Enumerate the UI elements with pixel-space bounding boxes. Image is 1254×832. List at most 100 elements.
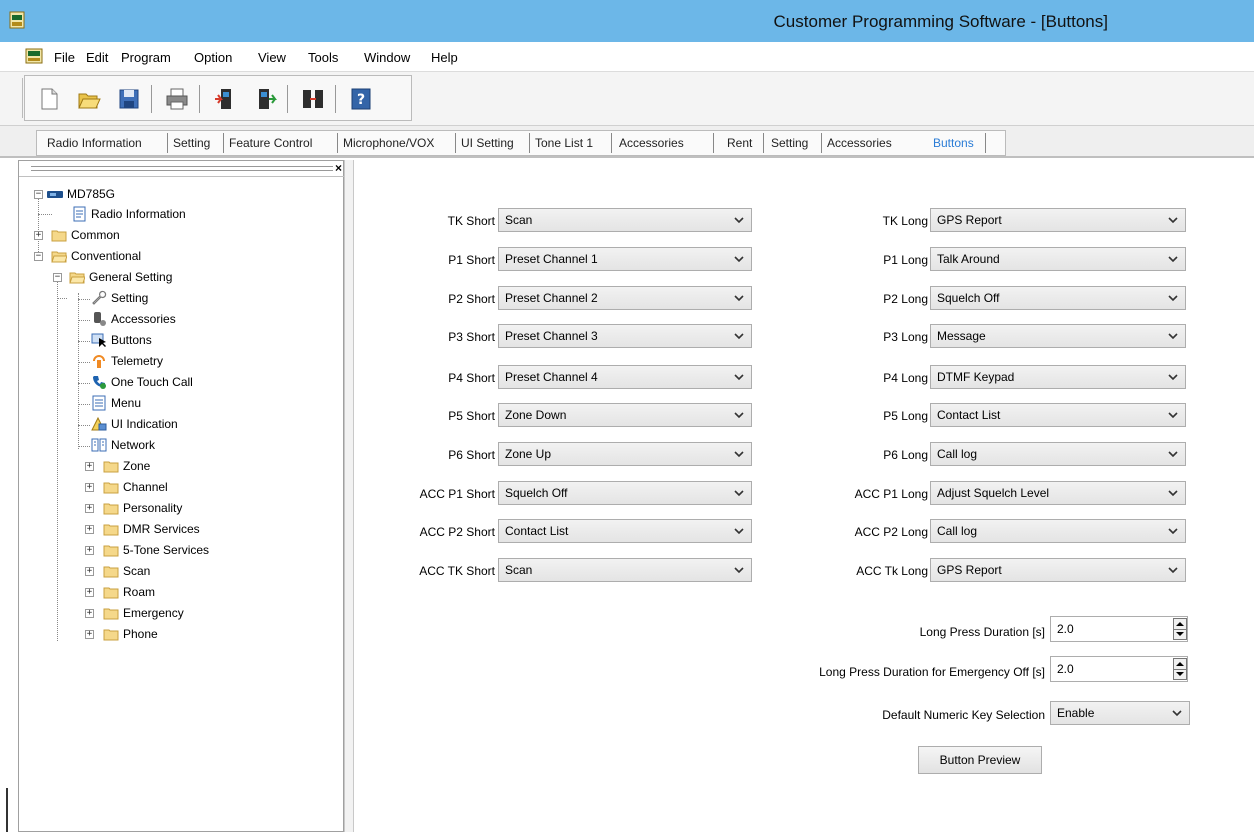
tree-item-roam[interactable]: Roam: [103, 582, 155, 602]
tab-ui-setting[interactable]: UI Setting: [461, 136, 514, 150]
p5-short-select[interactable]: Zone Down: [498, 403, 752, 427]
window-title: Customer Programming Software - [Buttons…: [773, 12, 1108, 31]
read-radio-icon[interactable]: [213, 87, 237, 111]
expand-common-toggle[interactable]: +: [34, 231, 43, 240]
open-icon[interactable]: [77, 87, 101, 111]
tree-item-setting[interactable]: Setting: [91, 288, 148, 308]
tree-item-accessories[interactable]: Accessories: [91, 309, 176, 329]
tk-long-select[interactable]: GPS Report: [930, 208, 1186, 232]
p3-long-label: P3 Long: [883, 330, 928, 344]
menu-program[interactable]: Program: [121, 50, 171, 65]
tree-item-channel[interactable]: Channel: [103, 477, 168, 497]
tree-item-phone[interactable]: Phone: [103, 624, 158, 644]
expand-channel-toggle[interactable]: +: [85, 483, 94, 492]
tree-item-menu[interactable]: Menu: [91, 393, 141, 413]
tab-accessories-2[interactable]: Accessories: [827, 136, 892, 150]
menu-view[interactable]: View: [258, 50, 286, 65]
p2-short-select[interactable]: Preset Channel 2: [498, 286, 752, 310]
default-numeric-key-select[interactable]: Enable: [1050, 701, 1190, 725]
tree-item-one-touch-call[interactable]: One Touch Call: [91, 372, 193, 392]
acc-tk-long-select[interactable]: GPS Report: [930, 558, 1186, 582]
p4-short-select[interactable]: Preset Channel 4: [498, 365, 752, 389]
expand-scan-toggle[interactable]: +: [85, 567, 94, 576]
tab-accessories[interactable]: Accessories: [619, 136, 684, 150]
tree-item-common[interactable]: Common: [51, 225, 120, 245]
expand-5-tone-services-toggle[interactable]: +: [85, 546, 94, 555]
acc-p2-short-value: Contact List: [505, 524, 569, 538]
tab-setting[interactable]: Setting: [173, 136, 210, 150]
acc-tk-short-select[interactable]: Scan: [498, 558, 752, 582]
pane-splitter[interactable]: [344, 160, 354, 832]
tab-rent[interactable]: Rent: [727, 136, 752, 150]
p1-long-select[interactable]: Talk Around: [930, 247, 1186, 271]
emergency-off-duration-field[interactable]: 2.0: [1050, 656, 1188, 682]
save-icon[interactable]: [117, 87, 141, 111]
p3-long-select[interactable]: Message: [930, 324, 1186, 348]
acc-p1-short-select[interactable]: Squelch Off: [498, 481, 752, 505]
close-pane-icon[interactable]: ×: [335, 161, 342, 175]
menu-file[interactable]: File: [54, 50, 75, 65]
expand-zone-toggle[interactable]: +: [85, 462, 94, 471]
tree-item-scan[interactable]: Scan: [103, 561, 150, 581]
menu-edit[interactable]: Edit: [86, 50, 108, 65]
tab-radio-information[interactable]: Radio Information: [47, 136, 142, 150]
clone-icon[interactable]: [301, 87, 325, 111]
spin-buttons-icon[interactable]: [1173, 658, 1187, 680]
tk-short-select[interactable]: Scan: [498, 208, 752, 232]
tab-microphone-vox[interactable]: Microphone/VOX: [343, 136, 434, 150]
spin-buttons-icon[interactable]: [1173, 618, 1187, 640]
p4-long-label: P4 Long: [883, 371, 928, 385]
tab-feature-control[interactable]: Feature Control: [229, 136, 312, 150]
acc-p2-short-select[interactable]: Contact List: [498, 519, 752, 543]
acc-p2-long-select[interactable]: Call log: [930, 519, 1186, 543]
expand-roam-toggle[interactable]: +: [85, 588, 94, 597]
acc-p1-long-select[interactable]: Adjust Squelch Level: [930, 481, 1186, 505]
tree-item-dmr-services[interactable]: DMR Services: [103, 519, 200, 539]
p2-short-label: P2 Short: [448, 292, 495, 306]
menu-window[interactable]: Window: [364, 50, 410, 65]
acc-tk-long-value: GPS Report: [937, 563, 1002, 577]
collapse-conventional-toggle[interactable]: −: [34, 252, 43, 261]
tree-item-telemetry[interactable]: Telemetry: [91, 351, 163, 371]
tree-root[interactable]: MD785G: [47, 184, 115, 204]
write-radio-icon[interactable]: [253, 87, 277, 111]
collapse-root-toggle[interactable]: −: [34, 190, 43, 199]
menu-tools[interactable]: Tools: [308, 50, 338, 65]
p2-long-select[interactable]: Squelch Off: [930, 286, 1186, 310]
p6-short-select[interactable]: Zone Up: [498, 442, 752, 466]
expand-personality-toggle[interactable]: +: [85, 504, 94, 513]
tab-setting-2[interactable]: Setting: [771, 136, 808, 150]
help-icon[interactable]: ?: [349, 87, 373, 111]
expand-dmr-services-toggle[interactable]: +: [85, 525, 94, 534]
tree-item-5-tone-services[interactable]: 5-Tone Services: [103, 540, 209, 560]
app-menu-icon[interactable]: [24, 47, 44, 65]
tree-item-network[interactable]: Network: [91, 435, 155, 455]
tree-item-general-setting[interactable]: General Setting: [69, 267, 172, 287]
tab-buttons[interactable]: Buttons: [933, 136, 974, 150]
expand-emergency-toggle[interactable]: +: [85, 609, 94, 618]
tree-item-buttons[interactable]: Buttons: [91, 330, 152, 350]
pane-grip[interactable]: [31, 166, 333, 171]
p3-short-select[interactable]: Preset Channel 3: [498, 324, 752, 348]
tree-item-personality[interactable]: Personality: [103, 498, 182, 518]
p5-long-select[interactable]: Contact List: [930, 403, 1186, 427]
p1-short-select[interactable]: Preset Channel 1: [498, 247, 752, 271]
tab-tone-list-1[interactable]: Tone List 1: [535, 136, 593, 150]
chevron-down-icon: [1168, 567, 1178, 574]
p6-long-select[interactable]: Call log: [930, 442, 1186, 466]
tree-item-ui-indication[interactable]: UI Indication: [91, 414, 178, 434]
menu-option[interactable]: Option: [194, 50, 232, 65]
long-press-duration-field[interactable]: 2.0: [1050, 616, 1188, 642]
menu-help[interactable]: Help: [431, 50, 458, 65]
tree-item-radio-information[interactable]: Radio Information: [71, 204, 186, 224]
tree-item-emergency[interactable]: Emergency: [103, 603, 184, 623]
tree-item-zone[interactable]: Zone: [103, 456, 150, 476]
p4-long-select[interactable]: DTMF Keypad: [930, 365, 1186, 389]
tree-item-conventional[interactable]: Conventional: [51, 246, 141, 266]
new-icon[interactable]: [37, 87, 61, 111]
chevron-down-icon: [734, 567, 744, 574]
expand-phone-toggle[interactable]: +: [85, 630, 94, 639]
button-preview-button[interactable]: Button Preview: [918, 746, 1042, 774]
print-icon[interactable]: [165, 87, 189, 111]
collapse-general-setting-toggle[interactable]: −: [53, 273, 62, 282]
